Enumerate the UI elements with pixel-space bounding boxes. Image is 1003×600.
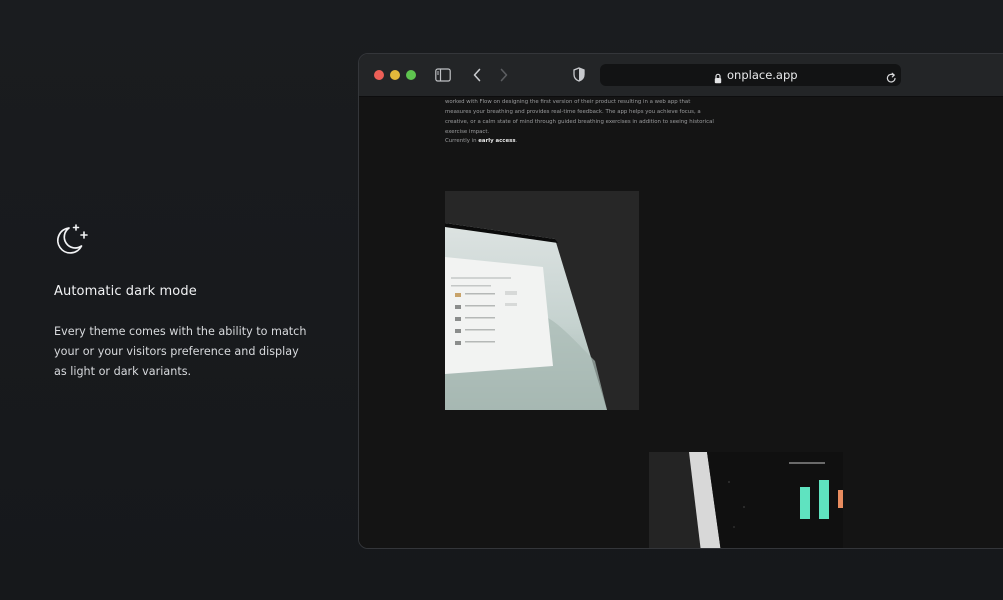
- access-prefix: Currently in: [445, 138, 479, 144]
- minimize-window-button[interactable]: [390, 70, 400, 80]
- access-suffix: .: [515, 138, 518, 144]
- page: Automatic dark mode Every theme comes wi…: [0, 0, 1003, 600]
- chevron-left-icon[interactable]: [472, 67, 482, 86]
- sidebar-icon[interactable]: [435, 67, 451, 86]
- feature-title: Automatic dark mode: [54, 284, 197, 299]
- feature-description: Every theme comes with the ability to ma…: [54, 325, 307, 378]
- close-window-button[interactable]: [374, 70, 384, 80]
- chevron-right-icon[interactable]: [499, 67, 509, 86]
- orange-bar: [838, 490, 843, 508]
- maximize-window-button[interactable]: [406, 70, 416, 80]
- teal-bar-2: [819, 480, 829, 519]
- shield-icon[interactable]: [573, 67, 585, 86]
- reload-icon[interactable]: [886, 69, 897, 88]
- web-content: worked with Flow on designing the first …: [359, 97, 1003, 548]
- url-text: onplace.app: [727, 68, 798, 82]
- browser-toolbar: onplace.app: [359, 54, 1003, 97]
- address-bar[interactable]: onplace.app: [600, 64, 901, 86]
- early-access-link[interactable]: early access: [478, 138, 515, 144]
- browser-window: onplace.app worked with Flow on designin…: [358, 53, 1003, 549]
- teal-bar-1: [800, 487, 810, 519]
- product-screenshot-dark: [649, 452, 843, 548]
- product-screenshot-light: [445, 191, 639, 410]
- lock-icon: [714, 69, 722, 88]
- moon-stars-icon: [52, 222, 92, 258]
- project-description: worked with Flow on designing the first …: [445, 99, 714, 135]
- access-status: Currently in early access.: [445, 138, 517, 144]
